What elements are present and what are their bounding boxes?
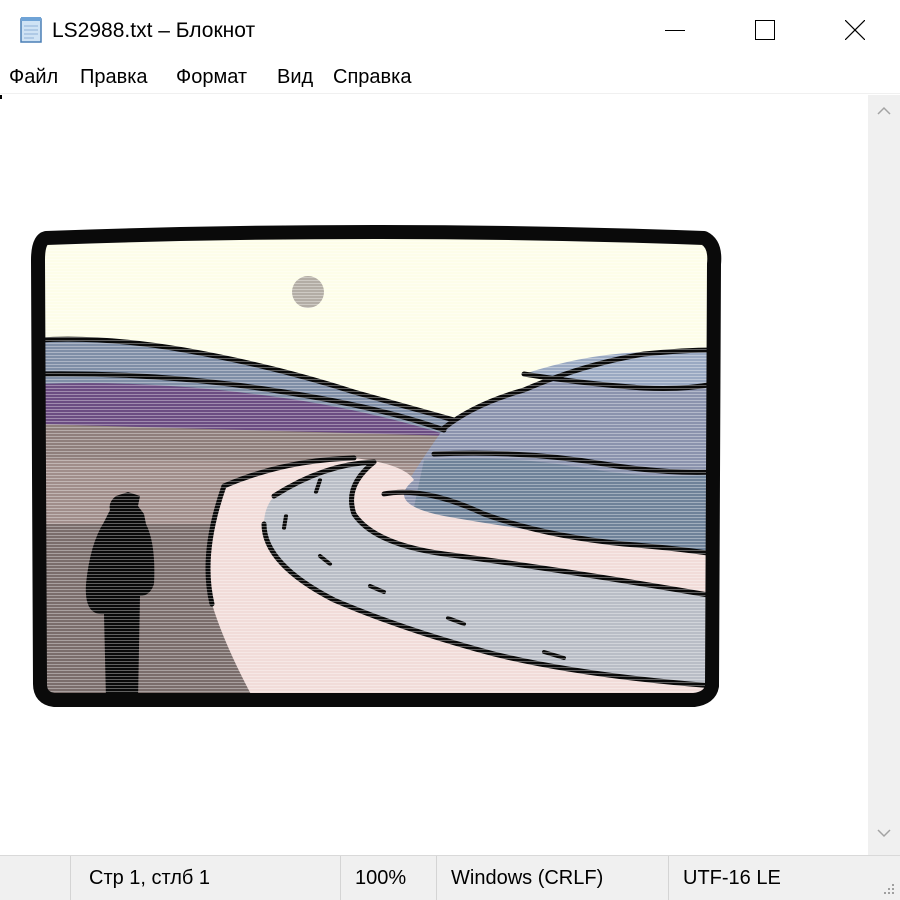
menu-file[interactable]: Файл — [9, 64, 58, 90]
menu-format[interactable]: Формат — [176, 64, 247, 90]
maximize-icon — [755, 20, 775, 40]
encoding: UTF-16 LE — [668, 856, 868, 900]
maximize-button[interactable] — [720, 0, 810, 60]
close-icon — [845, 20, 865, 40]
cursor-position: Стр 1, стлб 1 — [70, 856, 340, 900]
menu-edit[interactable]: Правка — [80, 64, 148, 90]
resize-grip-icon[interactable] — [880, 880, 896, 896]
menu-bar: Файл Правка Формат Вид Справка — [0, 60, 900, 94]
minimize-button[interactable] — [630, 0, 720, 60]
chevron-up-icon — [877, 106, 891, 115]
title-bar: LS2988.txt – Блокнот — [0, 0, 900, 60]
menu-view[interactable]: Вид — [277, 64, 313, 90]
scroll-up-button[interactable] — [868, 103, 900, 127]
vertical-scrollbar[interactable] — [868, 95, 900, 855]
ascii-art-picture — [24, 224, 724, 708]
scroll-down-button[interactable] — [868, 825, 900, 849]
notepad-icon — [18, 16, 44, 44]
zoom-level: 100% — [340, 856, 436, 900]
window-title: LS2988.txt – Блокнот — [52, 19, 256, 42]
close-button[interactable] — [810, 0, 900, 60]
minimize-icon — [665, 30, 685, 31]
chevron-down-icon — [877, 829, 891, 838]
line-endings: Windows (CRLF) — [436, 856, 668, 900]
status-bar: Стр 1, стлб 1 100% Windows (CRLF) UTF-16… — [0, 855, 900, 900]
text-caret — [0, 95, 2, 99]
menu-help[interactable]: Справка — [333, 64, 411, 90]
